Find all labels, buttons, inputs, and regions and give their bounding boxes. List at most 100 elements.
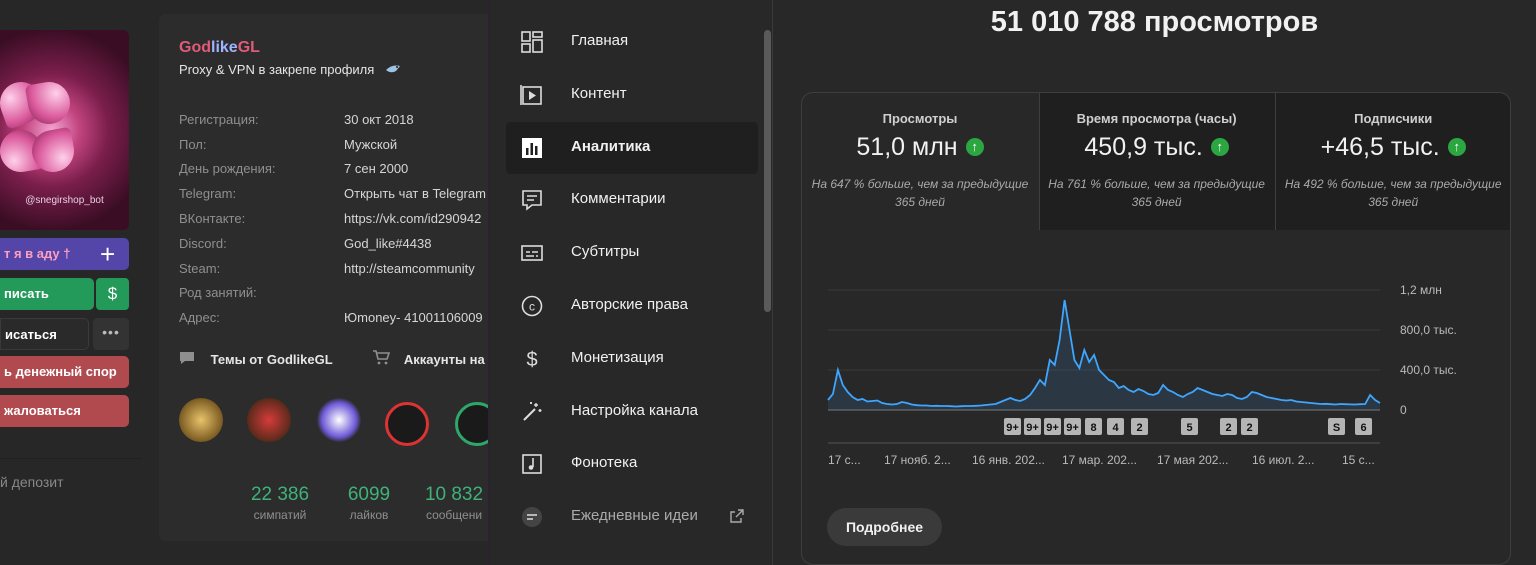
svg-text:$: $	[526, 349, 537, 371]
video-marker[interactable]: S	[1328, 418, 1345, 435]
audio-library-icon	[522, 454, 542, 475]
video-marker[interactable]: 2	[1220, 418, 1237, 435]
info-value: Мужской	[344, 137, 398, 152]
dispute-button[interactable]: ь денежный спор	[0, 356, 129, 388]
svg-text:9+: 9+	[1006, 422, 1019, 434]
sidebar-item-label: Главная	[571, 32, 629, 49]
medal-active-green[interactable]	[455, 402, 490, 446]
divider	[0, 458, 142, 459]
metric-tab-1[interactable]: Время просмотра (часы) 450,9 тыс. ↑ На 761 …	[1038, 93, 1275, 230]
sidebar-scrollbar[interactable]	[764, 30, 771, 312]
medal-summer-activist[interactable]	[179, 398, 223, 442]
metric-comparison: На 492 % больше, чем за предыдущие 365 дн…	[1284, 177, 1502, 209]
video-marker[interactable]: 4	[1107, 418, 1124, 435]
video-marker[interactable]: 2	[1241, 418, 1258, 435]
video-marker[interactable]: 8	[1085, 418, 1102, 435]
svg-text:2: 2	[1246, 422, 1252, 434]
plus-icon[interactable]: +	[100, 240, 115, 268]
svg-text:2: 2	[1225, 422, 1231, 434]
subscribe-button[interactable]: исаться	[0, 318, 89, 350]
series-area	[828, 300, 1380, 410]
sidebar-item-ideas[interactable]: Ежедневные идеи	[506, 491, 758, 543]
complain-button[interactable]: жаловаться	[0, 395, 129, 427]
metric-value: +46,5 тыс. ↑	[1275, 133, 1510, 162]
page-title: 51 010 788 просмотров	[990, 6, 1319, 38]
sidebar-item-copyright[interactable]: c Авторские права	[506, 280, 758, 332]
arrow-up-icon: ↑	[1447, 138, 1466, 156]
views-chart: 1,2 млн 800,0 тыс. 400,0 тыс. 0 9+ 9+ 9+ 9+ 8 4 2 5…	[827, 283, 1457, 467]
svg-text:5: 5	[1186, 422, 1192, 434]
more-button[interactable]: Подробнее	[827, 508, 942, 546]
x-tick-label: 16 янв. 202...	[972, 453, 1045, 467]
video-marker[interactable]: 5	[1181, 418, 1198, 435]
topics-link[interactable]: Темы от GodlikeGL	[211, 352, 333, 367]
more-dots-button[interactable]: •••	[93, 318, 129, 350]
monetization-icon: $	[526, 349, 537, 371]
metric-divider	[1038, 93, 1040, 230]
dashboard-icon	[521, 31, 543, 53]
info-row: Steam: http://steamcommunity	[179, 261, 490, 285]
user-status: Proxy & VPN в закрепе профиля	[179, 62, 402, 77]
video-marker[interactable]: 9+	[1024, 418, 1041, 435]
sidebar-item-analytics[interactable]: Аналитика	[506, 121, 758, 174]
write-button[interactable]: писать	[0, 278, 94, 310]
svg-text:c: c	[529, 300, 535, 314]
sidebar-item-label: Авторские права	[571, 296, 688, 313]
analytics-icon	[522, 137, 542, 158]
x-tick-label: 17 с...	[828, 453, 861, 467]
stat-reactions: 6099 лайков	[347, 484, 391, 522]
info-value[interactable]: Открыть чат в Telegram	[344, 186, 486, 201]
info-row: Discord: God_like#4438	[179, 236, 490, 260]
metric-name: Подписчики	[1354, 111, 1433, 126]
content-icon	[520, 84, 542, 105]
metric-divider	[1275, 93, 1277, 230]
video-marker[interactable]: 9+	[1044, 418, 1061, 435]
metric-name: Время просмотра (часы)	[1076, 111, 1237, 126]
metric-value: 450,9 тыс. ↑	[1039, 133, 1275, 162]
ideas-icon	[522, 507, 542, 528]
profile-links: Темы от GodlikeGL Аккаунты на	[179, 350, 485, 368]
info-key: Steam:	[179, 261, 221, 276]
sidebar-item-monetization[interactable]: $ Монетизация	[506, 333, 758, 385]
svg-text:9+: 9+	[1026, 422, 1039, 434]
video-marker[interactable]: 9+	[1064, 418, 1081, 435]
sidebar-item-label: Монетизация	[571, 348, 664, 366]
sidebar-item-label: Контент	[571, 84, 627, 102]
info-value[interactable]: God_like#4438	[344, 236, 431, 251]
arrow-up-icon: ↑	[965, 138, 984, 156]
medal-active-red[interactable]	[385, 402, 429, 446]
svg-text:9+: 9+	[1066, 422, 1079, 434]
arrow-up-icon: ↑	[1210, 138, 1229, 156]
username[interactable]: GodlikeGL	[179, 39, 260, 57]
sidebar-item-dashboard[interactable]: Главная	[506, 16, 758, 68]
sidebar-item-audio-library[interactable]: Фонотека	[506, 438, 758, 490]
sidebar-item-subtitles[interactable]: Субтитры	[506, 227, 758, 279]
bird-icon	[385, 65, 400, 73]
metric-comparison: На 647 % больше, чем за предыдущие 365 дн…	[811, 177, 1029, 209]
svg-text:4: 4	[1112, 422, 1119, 434]
metric-tab-2[interactable]: Подписчики +46,5 тыс. ↑ На 492 % больше, че…	[1275, 93, 1510, 230]
info-value[interactable]: http://steamcommunity	[344, 261, 475, 276]
info-value: 30 окт 2018	[344, 112, 414, 127]
video-marker[interactable]: 6	[1355, 418, 1372, 435]
x-tick-label: 17 мар. 202...	[1062, 453, 1137, 467]
video-marker[interactable]: 9+	[1004, 418, 1021, 435]
medal-red[interactable]	[247, 398, 291, 442]
sidebar-item-comments[interactable]: Комментарии	[506, 174, 758, 226]
info-row: День рождения: 7 сен 2000	[179, 161, 490, 185]
avatar[interactable]: @snegirshop_bot	[0, 30, 129, 230]
svg-text:6: 6	[1360, 422, 1366, 434]
y-tick-label: 800,0 тыс.	[1400, 323, 1457, 337]
info-key: Регистрация:	[179, 112, 259, 127]
sidebar-item-content[interactable]: Контент	[506, 69, 758, 121]
medal-90-days[interactable]	[317, 398, 361, 442]
video-marker[interactable]: 2	[1131, 418, 1148, 435]
sidebar-item-customization[interactable]: Настройка канала	[506, 386, 758, 438]
dollar-button[interactable]: $	[96, 278, 129, 310]
info-value[interactable]: https://vk.com/id290942	[344, 211, 481, 226]
metric-tab-0[interactable]: Просмотры 51,0 млн ↑ На 647 % больше, чем з…	[802, 93, 1038, 230]
info-value: 7 сен 2000	[344, 161, 409, 176]
accounts-link[interactable]: Аккаунты на	[404, 352, 485, 367]
metric-comparison: На 761 % больше, чем за предыдущие 365 дн…	[1048, 177, 1265, 209]
medals-row	[179, 398, 490, 458]
